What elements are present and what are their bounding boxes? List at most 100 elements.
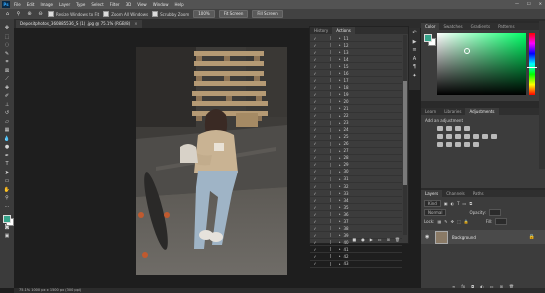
action-row[interactable]: ✓ ▸ 12 <box>310 42 402 50</box>
dialog-toggle[interactable] <box>330 162 331 167</box>
tab-patterns[interactable]: Patterns <box>494 23 518 30</box>
dialog-toggle[interactable] <box>330 134 331 139</box>
exposure-icon[interactable] <box>464 126 470 131</box>
checkmark-icon[interactable]: ✓ <box>312 169 318 174</box>
expand-triangle-icon[interactable]: ▸ <box>339 57 341 61</box>
checkmark-icon[interactable]: ✓ <box>312 184 318 189</box>
expand-triangle-icon[interactable]: ▸ <box>339 78 341 82</box>
shape-icon[interactable]: ▭ <box>3 178 12 185</box>
fill-input[interactable] <box>495 218 508 225</box>
menu-file[interactable]: File <box>14 2 21 7</box>
foreground-color-swatch[interactable] <box>2 215 11 223</box>
zoom-all-windows-checkbox[interactable]: Zoom All Windows <box>103 11 148 17</box>
dialog-toggle[interactable] <box>330 99 331 104</box>
expand-triangle-icon[interactable]: ▸ <box>339 71 341 75</box>
expand-triangle-icon[interactable]: ▸ <box>339 247 341 251</box>
channel-mixer-icon[interactable] <box>482 134 488 139</box>
color-balance-icon[interactable] <box>455 134 461 139</box>
dialog-toggle[interactable] <box>330 92 331 97</box>
dialog-toggle[interactable] <box>330 64 331 69</box>
zoom-in-icon[interactable]: ⊕ <box>26 11 33 17</box>
expand-triangle-icon[interactable]: ▸ <box>339 135 341 139</box>
gradient-map-icon[interactable] <box>464 142 470 147</box>
expand-triangle-icon[interactable]: ▸ <box>339 254 341 258</box>
levels-icon[interactable] <box>446 126 452 131</box>
eyedropper-icon[interactable]: ⟋ <box>3 76 12 83</box>
dialog-toggle[interactable] <box>330 106 331 111</box>
checkmark-icon[interactable]: ✓ <box>312 92 318 97</box>
gradient-icon[interactable]: ▦ <box>3 127 12 134</box>
dialog-toggle[interactable] <box>330 205 331 210</box>
action-row[interactable]: ✓ ▸ 21 <box>310 105 402 113</box>
action-row[interactable]: ✓ ▸ 15 <box>310 63 402 71</box>
dialog-toggle[interactable] <box>330 141 331 146</box>
document-canvas[interactable] <box>136 47 287 275</box>
filter-shape-icon[interactable]: ▭ <box>463 201 467 206</box>
character-panel-icon[interactable]: A <box>410 56 419 63</box>
lasso-icon[interactable]: ◌ <box>3 42 12 49</box>
checkmark-icon[interactable]: ✓ <box>312 43 318 48</box>
actions-scrollbar[interactable] <box>403 35 407 235</box>
eraser-icon[interactable]: ▱ <box>3 119 12 126</box>
checkmark-icon[interactable]: ✓ <box>312 191 318 196</box>
dialog-toggle[interactable] <box>330 57 331 62</box>
action-row[interactable]: ✓ ▸ 17 <box>310 77 402 85</box>
tab-gradients[interactable]: Gradients <box>467 23 495 30</box>
fit-screen-button[interactable]: Fit Screen <box>218 10 249 18</box>
dialog-toggle[interactable] <box>330 184 331 188</box>
marquee-icon[interactable]: ⬚ <box>3 34 12 41</box>
action-row[interactable]: ✓ ▸ 24 <box>310 127 402 134</box>
pen-icon[interactable]: ✒ <box>3 153 12 160</box>
color-panel-swatches[interactable] <box>424 34 436 46</box>
action-row[interactable]: ✓ ▸ 42 <box>310 253 402 261</box>
expand-triangle-icon[interactable]: ▸ <box>339 149 341 153</box>
checkmark-icon[interactable]: ✓ <box>312 254 318 259</box>
dialog-toggle[interactable] <box>330 169 331 174</box>
checkbox-box[interactable] <box>103 11 110 17</box>
tab-libraries[interactable]: Libraries <box>440 108 465 115</box>
action-row[interactable]: ✓ ▸ 14 <box>310 56 402 64</box>
menu-type[interactable]: Type <box>76 2 85 7</box>
checkmark-icon[interactable]: ✓ <box>312 148 318 153</box>
action-row[interactable]: ✓ ▸ 27 <box>310 148 402 155</box>
checkmark-icon[interactable]: ✓ <box>312 127 318 132</box>
tab-paths[interactable]: Paths <box>469 190 488 197</box>
frame-icon[interactable]: ⊠ <box>3 68 12 75</box>
action-row[interactable]: ✓ ▸ 35 <box>310 204 402 212</box>
checkmark-icon[interactable]: ✓ <box>312 85 318 90</box>
dialog-toggle[interactable] <box>330 247 331 252</box>
dialog-toggle[interactable] <box>330 254 331 259</box>
record-icon[interactable]: ● <box>361 237 365 242</box>
new-set-icon[interactable]: ▭ <box>378 237 382 242</box>
lock-artboard-icon[interactable]: ⬚ <box>457 219 461 224</box>
expand-triangle-icon[interactable]: ▸ <box>339 212 341 216</box>
crop-icon[interactable]: ⌗ <box>3 59 12 66</box>
dialog-toggle[interactable] <box>330 85 331 90</box>
dialog-toggle[interactable] <box>330 191 331 196</box>
expand-triangle-icon[interactable]: ▸ <box>339 198 341 202</box>
dialog-toggle[interactable] <box>330 113 331 118</box>
selective-color-icon[interactable] <box>473 142 479 147</box>
dialog-toggle[interactable] <box>330 219 331 224</box>
zoom-100-button[interactable]: 100% <box>193 10 215 18</box>
invert-icon[interactable] <box>437 142 443 147</box>
scrollbar-thumb[interactable] <box>403 81 407 185</box>
threshold-icon[interactable] <box>455 142 461 147</box>
visibility-eye-icon[interactable]: ◉ <box>425 234 431 240</box>
checkmark-icon[interactable]: ✓ <box>312 212 318 217</box>
expand-triangle-icon[interactable]: ▸ <box>339 92 341 96</box>
dialog-toggle[interactable] <box>330 198 331 203</box>
close-tab-icon[interactable]: × <box>134 21 137 26</box>
checkbox-box[interactable] <box>152 11 159 17</box>
action-row[interactable]: ✓ ▸ 29 <box>310 162 402 169</box>
action-row[interactable]: ✓ ▸ 38 <box>310 225 402 233</box>
action-row[interactable]: ✓ ▸ 22 <box>310 113 402 120</box>
zoom-icon[interactable]: ⚲ <box>3 195 12 202</box>
expand-triangle-icon[interactable]: ▸ <box>339 43 341 47</box>
checkmark-icon[interactable]: ✓ <box>312 141 318 146</box>
checkmark-icon[interactable]: ✓ <box>312 57 318 62</box>
checkbox-box[interactable] <box>48 11 54 17</box>
dodge-icon[interactable]: ● <box>3 144 12 151</box>
blend-mode-select[interactable]: Normal <box>424 209 447 216</box>
tab-history[interactable]: History <box>310 27 332 34</box>
